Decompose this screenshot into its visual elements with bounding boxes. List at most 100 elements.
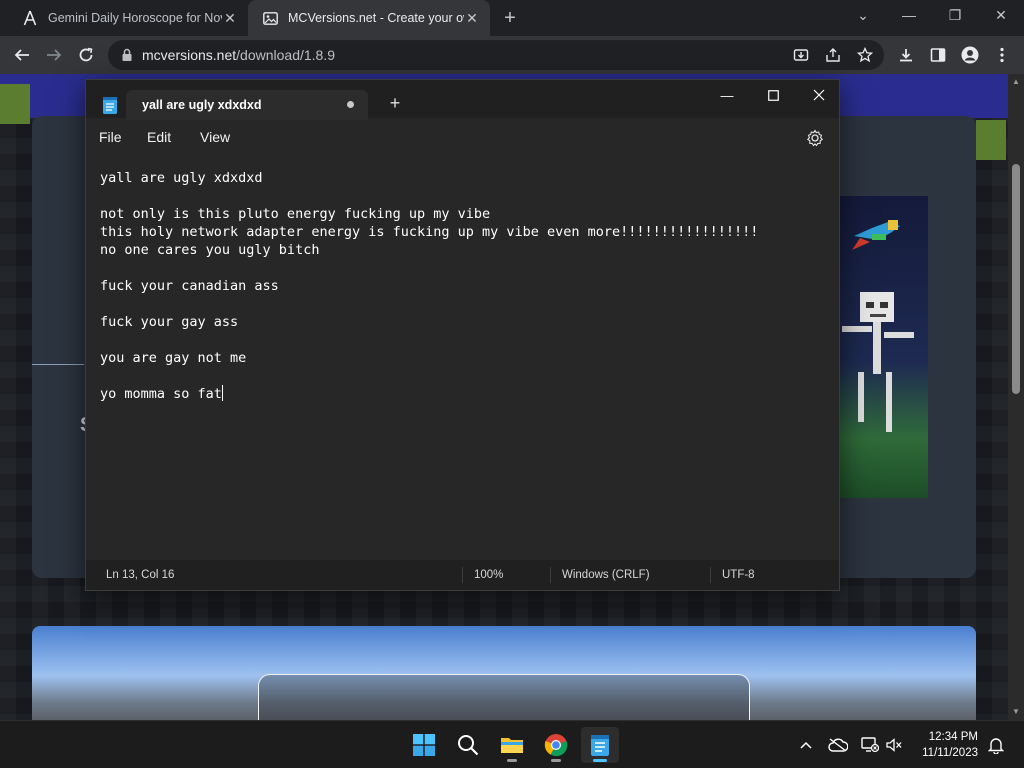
side-panel-button[interactable] bbox=[924, 41, 952, 69]
file-explorer-button[interactable] bbox=[493, 727, 531, 763]
running-indicator bbox=[593, 759, 607, 762]
notepad-tab-title: yall are ugly xdxdxd bbox=[142, 98, 262, 112]
text-line: fuck your canadian ass bbox=[100, 278, 279, 294]
text-line: yall are ugly xdxdxd bbox=[100, 170, 263, 186]
install-app-icon[interactable] bbox=[790, 44, 812, 66]
notepad-window: yall are ugly xdxdxd + — File Edit View … bbox=[85, 79, 840, 591]
menu-file[interactable]: File bbox=[99, 129, 122, 145]
profile-button[interactable] bbox=[956, 41, 984, 69]
chrome-menu-button[interactable] bbox=[988, 41, 1016, 69]
status-divider bbox=[710, 567, 711, 583]
scroll-thumb[interactable] bbox=[1012, 164, 1020, 394]
share-icon[interactable] bbox=[822, 44, 844, 66]
cursor-position: Ln 13, Col 16 bbox=[106, 569, 175, 581]
forward-button[interactable] bbox=[40, 41, 68, 69]
side-panel-icon bbox=[930, 48, 946, 62]
notepad-maximize-button[interactable] bbox=[750, 80, 796, 110]
clock-time: 12:34 PM bbox=[928, 731, 978, 743]
page-scrollbar[interactable]: ▲ ▼ bbox=[1008, 74, 1024, 720]
windows-logo-icon bbox=[413, 734, 435, 756]
a-letter-favicon-icon bbox=[22, 10, 38, 26]
scroll-up-icon[interactable]: ▲ bbox=[1012, 78, 1020, 86]
close-icon bbox=[813, 89, 825, 101]
maximize-icon bbox=[767, 89, 779, 101]
status-divider bbox=[550, 567, 551, 583]
image-favicon-icon bbox=[262, 10, 278, 26]
notepad-text-area[interactable]: yall are ugly xdxdxd not only is this pl… bbox=[86, 156, 839, 561]
divider bbox=[32, 364, 84, 365]
browser-tabstrip: Gemini Daily Horoscope for Nov ✕ MCVersi… bbox=[0, 0, 1024, 36]
status-divider bbox=[462, 567, 463, 583]
kebab-menu-icon bbox=[1000, 47, 1004, 63]
notepad-taskbar-button[interactable] bbox=[581, 727, 619, 763]
text-line: you are gay not me bbox=[100, 350, 247, 366]
browser-toolbar: mcversions.net/download/1.8.9 bbox=[0, 36, 1024, 74]
search-icon bbox=[458, 735, 479, 756]
zoom-level[interactable]: 100% bbox=[474, 569, 503, 581]
text-line bbox=[100, 259, 825, 277]
hero-banner bbox=[32, 626, 976, 720]
tab-title: MCVersions.net - Create your ow bbox=[288, 11, 464, 25]
notepad-statusbar: Ln 13, Col 16 100% Windows (CRLF) UTF-8 bbox=[86, 560, 839, 590]
back-button[interactable] bbox=[8, 41, 36, 69]
chrome-icon bbox=[544, 734, 568, 757]
tab-title: Gemini Daily Horoscope for Nov bbox=[48, 11, 222, 25]
notepad-tab[interactable]: yall are ugly xdxdxd bbox=[126, 90, 368, 120]
notepad-menubar: File Edit View bbox=[86, 120, 839, 156]
download-icon bbox=[900, 49, 912, 62]
back-arrow-icon bbox=[14, 49, 29, 61]
notepad-titlebar[interactable]: yall are ugly xdxdxd + — bbox=[86, 80, 842, 120]
close-tab-icon[interactable]: ✕ bbox=[464, 10, 480, 26]
start-button[interactable] bbox=[405, 727, 443, 763]
skeleton-image bbox=[842, 292, 914, 432]
scroll-down-icon[interactable]: ▼ bbox=[1012, 708, 1020, 716]
network-disconnected-icon[interactable] bbox=[860, 735, 880, 755]
url-path: /download/1.8.9 bbox=[236, 47, 336, 63]
restore-button[interactable]: ❐ bbox=[932, 0, 978, 30]
system-clock[interactable]: 12:34 PM 11/11/2023 bbox=[906, 729, 978, 761]
menu-edit[interactable]: Edit bbox=[147, 129, 171, 145]
url-text: mcversions.net/download/1.8.9 bbox=[142, 47, 335, 63]
notepad-icon bbox=[591, 735, 609, 756]
unsaved-dot-icon[interactable] bbox=[347, 101, 354, 108]
chrome-button[interactable] bbox=[537, 727, 575, 763]
tab-search-icon[interactable]: ⌄ bbox=[840, 0, 886, 30]
text-line bbox=[100, 331, 825, 349]
minimize-button[interactable]: — bbox=[886, 0, 932, 30]
text-line: fuck your gay ass bbox=[100, 314, 239, 330]
show-hidden-icons-chevron-icon[interactable] bbox=[796, 735, 816, 755]
notepad-minimize-button[interactable]: — bbox=[704, 80, 750, 110]
forward-arrow-icon bbox=[47, 49, 62, 61]
running-indicator bbox=[507, 759, 517, 762]
reload-button[interactable] bbox=[72, 41, 100, 69]
notepad-close-button[interactable] bbox=[796, 80, 842, 110]
onedrive-cloud-icon[interactable] bbox=[828, 735, 848, 755]
notepad-new-tab-button[interactable]: + bbox=[384, 92, 406, 114]
settings-gear-icon[interactable] bbox=[805, 128, 825, 148]
banner-panel bbox=[258, 674, 750, 720]
close-tab-icon[interactable]: ✕ bbox=[222, 10, 238, 26]
volume-muted-icon[interactable] bbox=[884, 735, 904, 755]
text-line: this holy network adapter energy is fuck… bbox=[100, 224, 759, 240]
profile-avatar-icon bbox=[961, 46, 979, 64]
notification-bell-icon[interactable] bbox=[986, 735, 1006, 755]
lock-icon[interactable] bbox=[120, 48, 134, 62]
text-line: not only is this pluto energy fucking up… bbox=[100, 206, 491, 222]
bookmark-star-icon[interactable] bbox=[854, 44, 876, 66]
browser-tab-horoscope[interactable]: Gemini Daily Horoscope for Nov ✕ bbox=[8, 0, 248, 36]
line-ending[interactable]: Windows (CRLF) bbox=[562, 569, 650, 581]
browser-tab-mcversions[interactable]: MCVersions.net - Create your ow ✕ bbox=[248, 0, 490, 36]
running-indicator bbox=[551, 759, 561, 762]
search-button[interactable] bbox=[449, 727, 487, 763]
text-line: no one cares you ugly bitch bbox=[100, 242, 320, 258]
windows-taskbar: 12:34 PM 11/11/2023 bbox=[0, 720, 1024, 768]
menu-view[interactable]: View bbox=[200, 129, 230, 145]
url-host: mcversions.net bbox=[142, 47, 237, 63]
folder-icon bbox=[501, 738, 523, 753]
address-bar[interactable]: mcversions.net/download/1.8.9 bbox=[108, 40, 884, 70]
parrot-image bbox=[852, 220, 900, 250]
encoding[interactable]: UTF-8 bbox=[722, 569, 755, 581]
close-button[interactable]: ✕ bbox=[978, 0, 1024, 30]
downloads-button[interactable] bbox=[892, 41, 920, 69]
new-tab-button[interactable]: + bbox=[498, 6, 522, 30]
